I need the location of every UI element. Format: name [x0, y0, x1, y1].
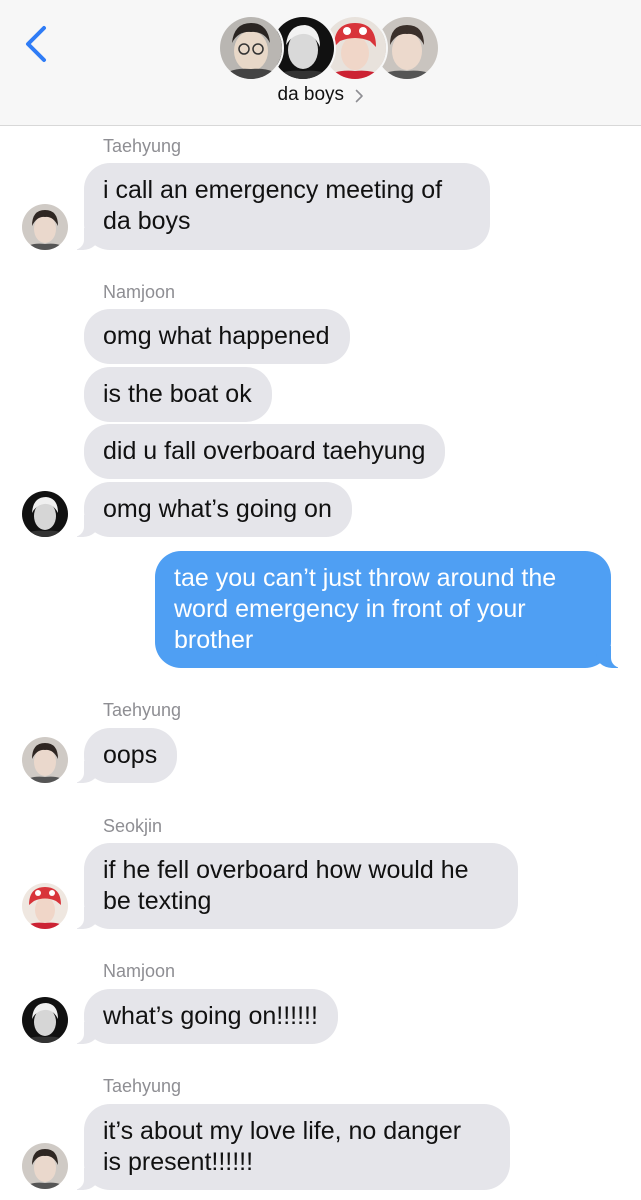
group-avatar-stack[interactable] — [218, 15, 440, 81]
message-bubble[interactable]: did u fall overboard taehyung — [84, 424, 446, 479]
message-line: is present!!!!!! — [103, 1148, 254, 1176]
message-line: word emergency in front of your — [174, 595, 526, 623]
message-bubble[interactable]: it’s about my love life, no danger is pr… — [72, 1104, 510, 1190]
sender-name: Namjoon — [103, 282, 176, 302]
chevron-left-icon — [26, 26, 46, 62]
chevron-right-icon — [355, 89, 363, 103]
contact-avatar[interactable] — [22, 737, 68, 783]
contact-avatar[interactable] — [22, 491, 68, 537]
message-text: is the boat ok — [103, 380, 252, 408]
sender-name: Namjoon — [103, 961, 176, 981]
group-member-avatar — [218, 15, 284, 81]
message-line: be texting — [103, 887, 212, 915]
message-line: brother — [174, 626, 254, 654]
message-bubble[interactable]: what’s going on!!!!!! — [72, 989, 338, 1044]
message-bubble[interactable]: omg what’s going on — [72, 482, 352, 537]
message-text: oops — [103, 741, 158, 769]
imessage-conversation-screen: da boys Taehyung i call an emergency mee… — [0, 0, 641, 1200]
contact-avatar[interactable] — [22, 883, 68, 929]
sent-message-bubble[interactable]: tae you can’t just throw around the word… — [155, 551, 623, 668]
message-line: i call an emergency meeting of — [103, 176, 443, 204]
message-bubble[interactable]: oops — [71, 728, 178, 783]
message-text: what’s going on!!!!!! — [103, 1002, 318, 1030]
message-line: da boys — [103, 207, 191, 235]
sender-name: Taehyung — [103, 1076, 182, 1096]
message-bubble[interactable]: omg what happened — [84, 309, 350, 364]
contact-avatar[interactable] — [22, 997, 68, 1043]
message-bubble[interactable]: i call an emergency meeting of da boys — [72, 163, 490, 250]
message-text: omg what happened — [103, 322, 330, 350]
group-name-button[interactable]: da boys — [0, 84, 641, 106]
sender-name: Seokjin — [103, 816, 163, 836]
message-bubble[interactable]: is the boat ok — [84, 367, 272, 422]
back-button[interactable] — [18, 22, 58, 66]
message-text: did u fall overboard taehyung — [103, 437, 426, 465]
sender-name: Taehyung — [103, 136, 182, 156]
message-bubble[interactable]: if he fell overboard how would he be tex… — [72, 843, 518, 929]
message-line: tae you can’t just throw around the — [174, 564, 557, 592]
message-text: omg what’s going on — [103, 495, 332, 523]
sender-name: Taehyung — [103, 700, 182, 720]
conversation-header: da boys — [0, 0, 641, 126]
contact-avatar[interactable] — [22, 1143, 68, 1189]
group-name: da boys — [277, 84, 345, 105]
message-line: if he fell overboard how would he — [103, 856, 469, 884]
contact-avatar[interactable] — [22, 204, 68, 250]
message-line: it’s about my love life, no danger — [103, 1117, 462, 1145]
